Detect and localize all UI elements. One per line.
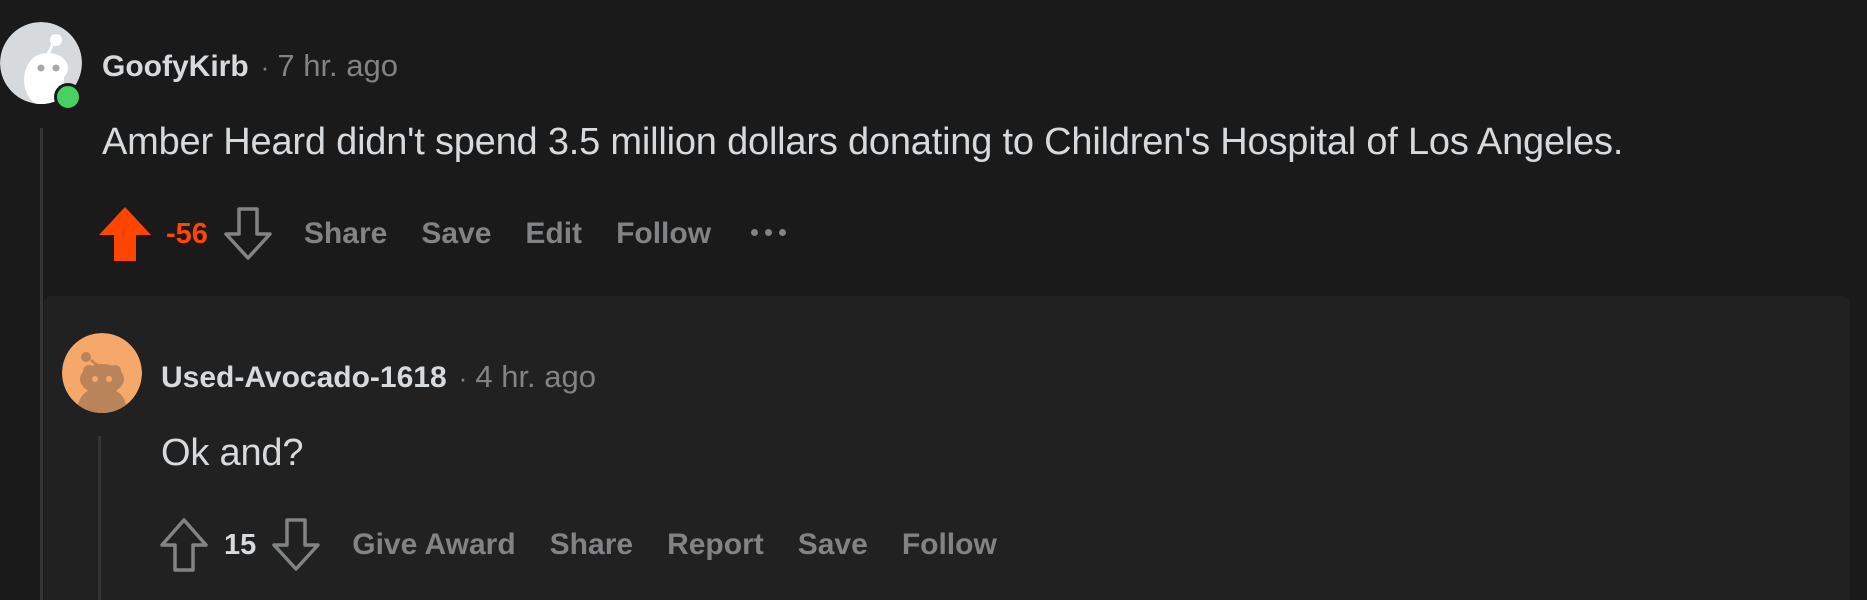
arrow-down-outline-icon[interactable] [222, 206, 274, 262]
reply-thread-line[interactable] [98, 436, 101, 600]
save-button[interactable]: Save [798, 528, 868, 562]
give-award-button[interactable]: Give Award [352, 528, 515, 562]
arrow-up-filled-icon[interactable] [98, 206, 152, 262]
comment-author[interactable]: GoofyKirb [102, 50, 249, 84]
comment-body: Amber Heard didn't spend 3.5 million dol… [102, 121, 1624, 163]
vote-score: 15 [224, 528, 257, 561]
reply-user-avatar[interactable] [62, 333, 142, 413]
share-button[interactable]: Share [304, 217, 387, 251]
edit-button[interactable]: Edit [525, 217, 582, 251]
share-button[interactable]: Share [550, 528, 633, 562]
vote-score: -56 [166, 217, 208, 250]
comment-meta: GoofyKirb · 7 hr. ago [102, 48, 398, 84]
arrow-down-outline-icon[interactable] [270, 517, 322, 573]
follow-button[interactable]: Follow [902, 528, 997, 562]
reply-author[interactable]: Used-Avocado-1618 [161, 361, 447, 395]
follow-button[interactable]: Follow [616, 217, 711, 251]
reply-meta: Used-Avocado-1618 · 4 hr. ago [161, 359, 596, 395]
report-button[interactable]: Report [667, 528, 764, 562]
reply-action-bar: 15 Give Award Share Report Save Follow [158, 517, 997, 573]
snoo-avatar-icon [62, 333, 142, 413]
reply-body: Ok and? [161, 432, 304, 474]
comment-thread: GoofyKirb · 7 hr. ago Amber Heard didn't… [0, 0, 1867, 600]
comment-action-bar: -56 Share Save Edit Follow [98, 206, 787, 262]
online-status-indicator [54, 83, 82, 111]
meta-separator: · [458, 363, 468, 393]
arrow-up-outline-icon[interactable] [158, 517, 210, 573]
meta-separator: · [260, 52, 270, 82]
save-button[interactable]: Save [421, 217, 491, 251]
thread-line[interactable] [40, 128, 43, 600]
reply-timestamp[interactable]: 4 hr. ago [475, 359, 596, 395]
ellipsis-icon[interactable] [751, 228, 787, 240]
comment-timestamp[interactable]: 7 hr. ago [277, 48, 398, 84]
